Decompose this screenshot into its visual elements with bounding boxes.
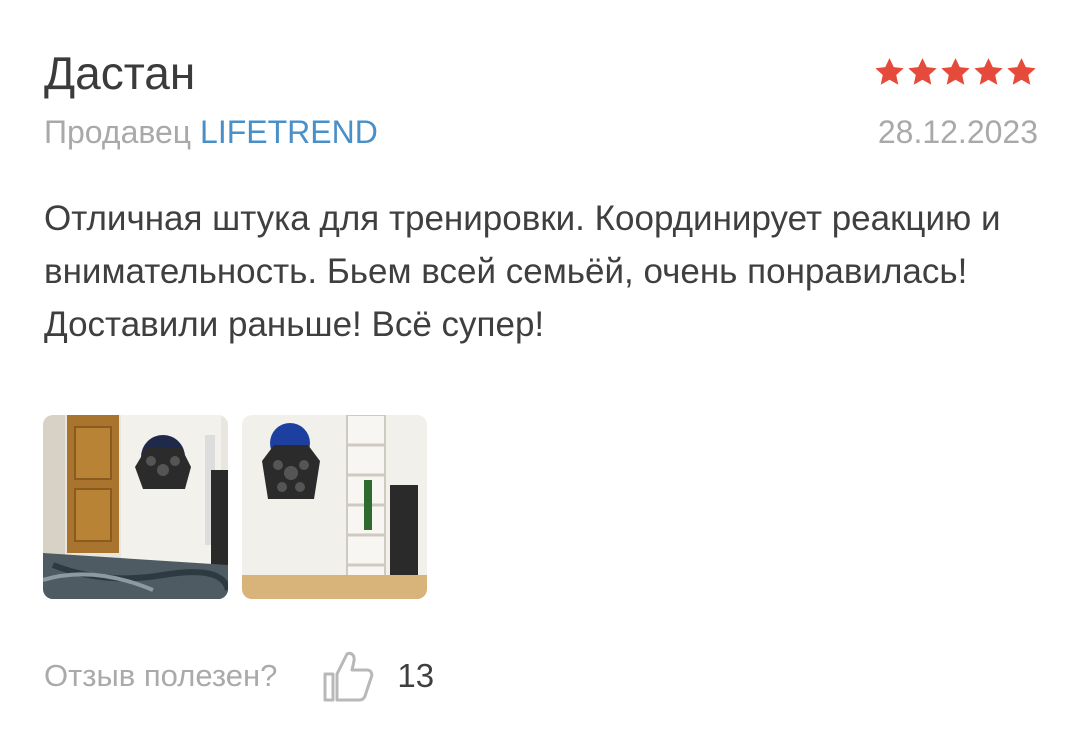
seller-link[interactable]: LIFETREND <box>200 114 378 150</box>
seller-label: Продавец <box>44 114 192 150</box>
thumbs-up-icon[interactable] <box>315 646 375 706</box>
star-icon <box>875 58 904 85</box>
like-count: 13 <box>397 657 435 694</box>
review-photo[interactable] <box>242 415 427 599</box>
helpful-section: Отзыв полезен? 13 <box>44 646 434 706</box>
star-icon <box>1007 58 1036 85</box>
star-icon <box>908 58 937 85</box>
star-icon <box>941 58 970 85</box>
review-date: 28.12.2023 <box>877 114 1038 150</box>
star-icon <box>974 58 1003 85</box>
seller-info: Продавец LIFETREND <box>44 112 378 152</box>
rating-stars <box>873 56 1038 89</box>
helpful-label: Отзыв полезен? <box>44 658 278 693</box>
author-name: Дастан <box>44 47 196 99</box>
review-photo[interactable] <box>43 415 228 599</box>
review-photos <box>43 415 427 599</box>
review-text: Отличная штука для тренировки. Координир… <box>44 199 1001 344</box>
